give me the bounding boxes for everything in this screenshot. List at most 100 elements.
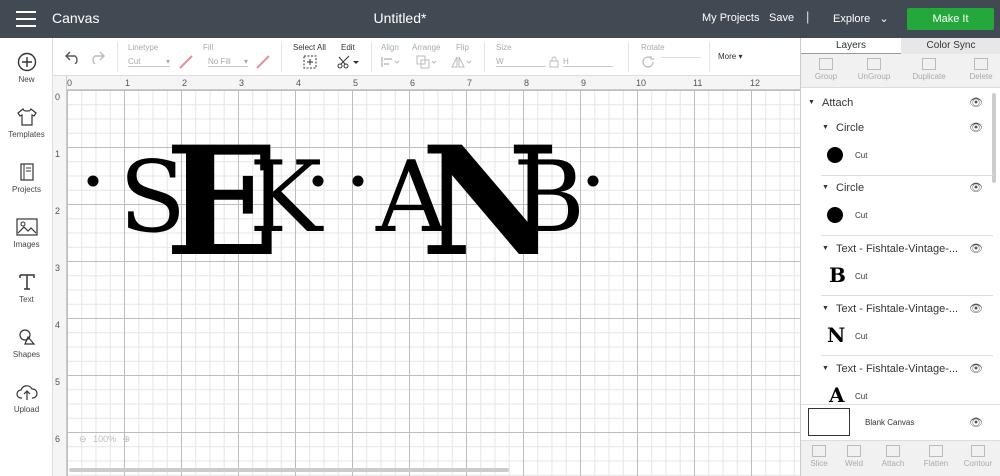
layer-operation: Cut <box>855 211 868 220</box>
design-canvas[interactable]: 0 1 2 3 4 5 6 7 8 9 10 11 12 0 1 2 3 4 5… <box>53 76 800 476</box>
layer-name[interactable]: Circle <box>836 182 864 194</box>
caret-down-icon[interactable]: ▼ <box>822 245 829 252</box>
weld-icon <box>847 445 861 457</box>
select-all-icon[interactable] <box>303 55 317 69</box>
attach-group-label[interactable]: Attach <box>822 97 853 109</box>
tab-layers[interactable]: Layers <box>801 38 901 54</box>
templates-tool[interactable]: Templates <box>0 107 53 139</box>
blank-canvas-swatch[interactable] <box>808 408 850 436</box>
text-thumbnail: B <box>829 263 846 287</box>
rotate-icon[interactable] <box>641 55 655 69</box>
blank-canvas-row[interactable]: Blank Canvas 👁 <box>801 404 1000 440</box>
zoom-in-icon[interactable]: ⊕ <box>123 434 131 444</box>
ungroup-button[interactable]: UnGroup <box>849 58 899 81</box>
document-title[interactable]: Untitled* <box>0 10 800 26</box>
more-menu[interactable]: More ▾ <box>718 52 742 61</box>
edit-toolbar: Linetype Cut ▾ Fill No Fill ▾ Select All… <box>53 38 800 76</box>
caret-down-icon[interactable]: ▼ <box>808 99 815 106</box>
upload-tool[interactable]: Upload <box>0 382 53 414</box>
linetype-swatch-icon[interactable] <box>179 55 193 69</box>
eye-icon[interactable]: 👁 <box>969 121 983 134</box>
projects-tool[interactable]: Projects <box>0 162 53 194</box>
eye-icon[interactable]: 👁 <box>969 181 983 194</box>
text-tool[interactable]: Text <box>0 272 53 304</box>
layers-scrollbar[interactable] <box>992 93 996 183</box>
layer-name[interactable]: Text - Fishtale-Vintage-... <box>836 303 958 315</box>
eye-hidden-icon[interactable]: 👁 <box>969 416 983 429</box>
scissors-icon[interactable] <box>337 55 359 69</box>
fill-select[interactable]: No Fill ▾ <box>208 57 248 67</box>
ruler-tick: 2 <box>182 78 188 88</box>
ruler-tick: 4 <box>296 78 302 88</box>
group-label: Group <box>814 72 838 81</box>
make-it-button[interactable]: Make It <box>907 8 994 30</box>
circle-thumbnail <box>827 147 843 163</box>
ruler-tick: 3 <box>55 263 61 273</box>
zoom-out-icon[interactable]: ⊖ <box>79 434 87 444</box>
ruler-tick: 2 <box>55 206 61 216</box>
text-icon <box>18 274 35 290</box>
duplicate-icon <box>922 58 936 70</box>
my-projects-link[interactable]: My Projects <box>702 12 759 24</box>
ruler-tick: 7 <box>467 78 473 88</box>
contour-label: Contour <box>963 459 993 468</box>
layer-actions: Group UnGroup Duplicate Delete <box>801 54 1000 88</box>
arrange-icon[interactable] <box>416 55 438 69</box>
layer-name[interactable]: Circle <box>836 122 864 134</box>
delete-button[interactable]: Delete <box>956 58 1000 81</box>
contour-button[interactable]: Contour <box>953 445 1000 468</box>
duplicate-label: Duplicate <box>912 72 946 81</box>
ruler-tick: 0 <box>67 78 73 88</box>
zoom-control: ⊖ 100% ⊕ <box>79 434 130 445</box>
flatten-icon <box>929 445 943 457</box>
templates-label: Templates <box>8 130 45 139</box>
save-button[interactable]: Save <box>769 12 794 24</box>
caret-down-icon[interactable]: ▼ <box>822 184 829 191</box>
caret-down-icon[interactable]: ▼ <box>822 305 829 312</box>
group-button[interactable]: Group <box>801 58 851 81</box>
redo-icon[interactable] <box>89 50 105 64</box>
images-tool[interactable]: Images <box>0 217 53 249</box>
projects-label: Projects <box>12 185 41 194</box>
ruler-tick: 12 <box>750 78 761 88</box>
select-all-button[interactable]: Select All <box>293 43 326 52</box>
layer-name[interactable]: Text - Fishtale-Vintage-... <box>836 243 958 255</box>
ruler-tick: 5 <box>55 377 61 387</box>
layer-operation: Cut <box>855 392 868 401</box>
flip-icon[interactable] <box>451 55 473 69</box>
eye-icon[interactable]: 👁 <box>969 242 983 255</box>
ruler-tick: 4 <box>55 320 61 330</box>
text-thumbnail: N <box>827 323 846 347</box>
ruler-top: 0 1 2 3 4 5 6 7 8 9 10 11 12 <box>53 76 800 90</box>
ruler-tick: 8 <box>524 78 530 88</box>
undo-icon[interactable] <box>65 50 81 64</box>
width-input[interactable]: W <box>496 57 546 67</box>
rotate-input[interactable] <box>661 57 701 58</box>
horizontal-scrollbar[interactable] <box>69 468 509 472</box>
eye-icon[interactable]: 👁 <box>969 362 983 375</box>
new-tool[interactable]: New <box>0 52 53 84</box>
align-icon[interactable] <box>381 56 401 68</box>
linetype-select[interactable]: Cut ▾ <box>128 57 170 67</box>
caret-down-icon[interactable]: ▼ <box>822 124 829 131</box>
layer-name[interactable]: Text - Fishtale-Vintage-... <box>836 363 958 375</box>
slice-label: Slice <box>810 459 828 468</box>
shapes-tool[interactable]: Shapes <box>0 327 53 359</box>
lock-icon[interactable] <box>549 56 559 68</box>
shapes-icon <box>18 329 35 345</box>
height-input[interactable]: H <box>563 57 613 67</box>
tab-color-sync[interactable]: Color Sync <box>901 38 1000 54</box>
shapes-label: Shapes <box>12 350 41 359</box>
notebook-icon <box>19 163 34 181</box>
eye-icon[interactable]: 👁 <box>969 96 983 109</box>
caret-down-icon[interactable]: ▼ <box>822 365 829 372</box>
duplicate-button[interactable]: Duplicate <box>904 58 954 81</box>
eye-icon[interactable]: 👁 <box>969 302 983 315</box>
slice-icon <box>812 445 826 457</box>
explore-menu[interactable]: Explore ⌄ <box>833 12 889 25</box>
ruler-tick: 9 <box>581 78 587 88</box>
layer-operation: Cut <box>855 272 868 281</box>
fill-label: Fill <box>203 43 214 52</box>
fill-swatch-icon[interactable] <box>256 55 270 69</box>
chevron-down-icon: ▾ <box>165 57 170 66</box>
